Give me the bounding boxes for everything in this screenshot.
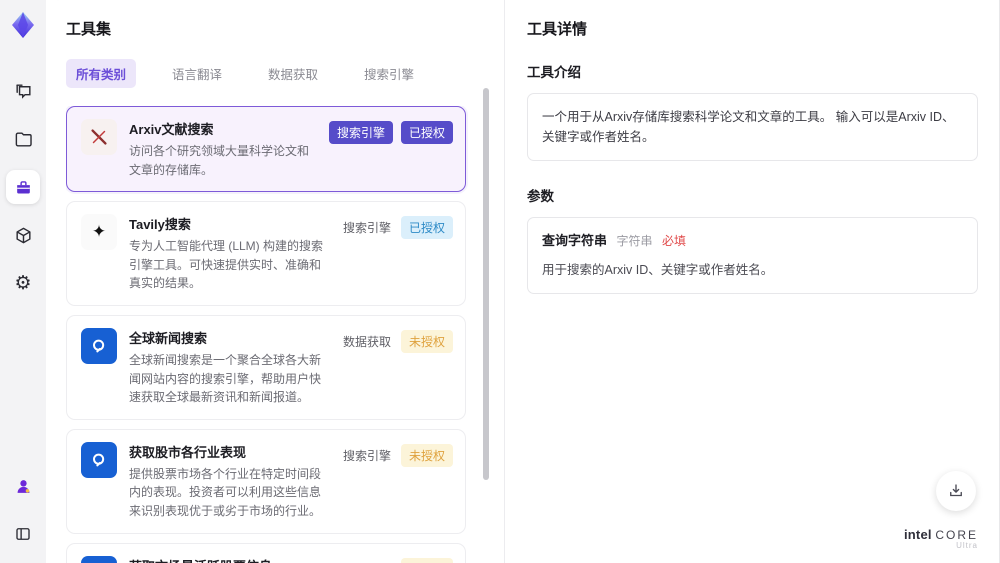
tab-language-translation[interactable]: 语言翻译	[162, 59, 232, 88]
page-title: 工具集	[66, 21, 112, 38]
app-logo-icon	[8, 10, 38, 40]
search-logo-icon	[81, 555, 117, 563]
tool-name: 获取股市各行业表现	[129, 444, 247, 460]
tool-description: 专为人工智能代理 (LLM) 构建的搜索引擎工具。可快速提供实时、准确和真实的结…	[129, 239, 324, 291]
brand-sub: Ultra	[956, 541, 978, 551]
arxiv-logo-icon	[81, 119, 117, 155]
download-button[interactable]	[936, 471, 976, 511]
category-badge: 数据获取	[342, 334, 391, 349]
category-badge: 搜索引擎	[341, 558, 393, 563]
search-logo-icon	[81, 441, 117, 478]
gear-icon: ⚙	[14, 272, 32, 294]
tool-description: 全球新闻搜索是一个聚合全球各大新闻网站内容的搜索引擎，帮助用户快速获取全球最新资…	[129, 352, 322, 405]
param-name: 查询字符串	[542, 233, 608, 248]
tool-name: 全球新闻搜索	[129, 330, 208, 346]
auth-status-badge: 未授权	[400, 443, 453, 467]
param-type: 字符串	[616, 234, 653, 248]
tool-detail-panel: 工具详情 工具介绍 一个用于从Arxiv存储库搜索科学论文和文章的工具。 输入可…	[504, 0, 1000, 563]
tool-name: 获取市场最活跃股票信息	[129, 556, 329, 563]
tool-description: 提供股票市场各个行业在特定时间段内的表现。投资者可以利用这些信息来识别表现优于或…	[129, 466, 322, 518]
category-badge: 搜索引擎	[328, 121, 393, 144]
tools-list-panel: 工具集 所有类别 语言翻译 数据获取 搜索引擎 Arxiv文献搜索 访问各个研究…	[46, 0, 504, 563]
category-badge: 搜索引擎	[342, 221, 391, 236]
search-logo-icon	[81, 327, 117, 364]
tool-description: 访问各个研究领域大量科学论文和文章的存储库。	[129, 144, 310, 177]
param-required-flag: 必填	[662, 234, 687, 248]
tool-list: Arxiv文献搜索 访问各个研究领域大量科学论文和文章的存储库。 搜索引擎 已授…	[66, 106, 478, 563]
brand-core: core	[935, 527, 978, 542]
sidebar-item-chat[interactable]	[6, 74, 40, 108]
param-box: 查询字符串 字符串 必填 用于搜索的Arxiv ID、关键字或作者姓名。	[527, 217, 978, 294]
sidebar-item-settings[interactable]: ⚙	[6, 266, 40, 300]
main-area: 工具集 所有类别 语言翻译 数据获取 搜索引擎 Arxiv文献搜索 访问各个研究…	[46, 0, 1000, 563]
sidebar-item-files[interactable]	[6, 122, 40, 156]
category-tabs: 所有类别 语言翻译 数据获取 搜索引擎	[66, 59, 478, 88]
auth-status-badge: 未授权	[400, 329, 453, 353]
auth-status-badge: 已授权	[400, 216, 453, 240]
detail-title: 工具详情	[527, 21, 588, 38]
sidebar-item-collapse[interactable]	[6, 517, 40, 551]
tavily-logo-icon: ✦	[81, 214, 117, 251]
sidebar-item-account[interactable]	[6, 469, 40, 503]
tool-card-arxiv[interactable]: Arxiv文献搜索 访问各个研究领域大量科学论文和文章的存储库。 搜索引擎 已授…	[66, 106, 466, 193]
category-badge: 搜索引擎	[342, 448, 391, 463]
param-description: 用于搜索的Arxiv ID、关键字或作者姓名。	[542, 262, 774, 277]
tab-data-fetch[interactable]: 数据获取	[258, 59, 328, 88]
auth-status-badge: 已授权	[400, 121, 453, 144]
auth-status-badge: 未授权	[400, 557, 453, 563]
intel-core-logo: intel core Ultra	[903, 526, 978, 551]
params-heading: 参数	[527, 189, 554, 204]
download-icon	[950, 484, 962, 497]
brand-intel: intel	[903, 526, 932, 542]
tool-card-global-news[interactable]: 全球新闻搜索 全球新闻搜索是一个聚合全球各大新闻网站内容的搜索引擎，帮助用户快速…	[66, 314, 466, 420]
tool-name: Arxiv文献搜索	[129, 122, 214, 137]
tool-card-active-stocks[interactable]: 获取市场最活跃股票信息 提供当天交易量最高的股票列表，投资者可以利用这些信息来识…	[66, 542, 466, 563]
sidebar-item-tools[interactable]	[6, 170, 40, 204]
app-sidebar: ⚙	[0, 0, 46, 563]
list-scrollbar[interactable]	[483, 88, 489, 548]
scrollbar-thumb[interactable]	[483, 88, 489, 480]
tool-card-stock-sectors[interactable]: 获取股市各行业表现 提供股票市场各个行业在特定时间段内的表现。投资者可以利用这些…	[66, 428, 466, 534]
intro-box: 一个用于从Arxiv存储库搜索科学论文和文章的工具。 输入可以是Arxiv ID…	[527, 93, 978, 161]
sidebar-item-plugins[interactable]	[6, 218, 40, 252]
intro-heading: 工具介绍	[527, 65, 581, 80]
tab-all-categories[interactable]: 所有类别	[66, 59, 137, 88]
tool-card-tavily[interactable]: ✦ Tavily搜索 专为人工智能代理 (LLM) 构建的搜索引擎工具。可快速提…	[66, 201, 466, 306]
tool-name: Tavily搜索	[129, 217, 191, 233]
tab-search-engine[interactable]: 搜索引擎	[354, 59, 424, 88]
